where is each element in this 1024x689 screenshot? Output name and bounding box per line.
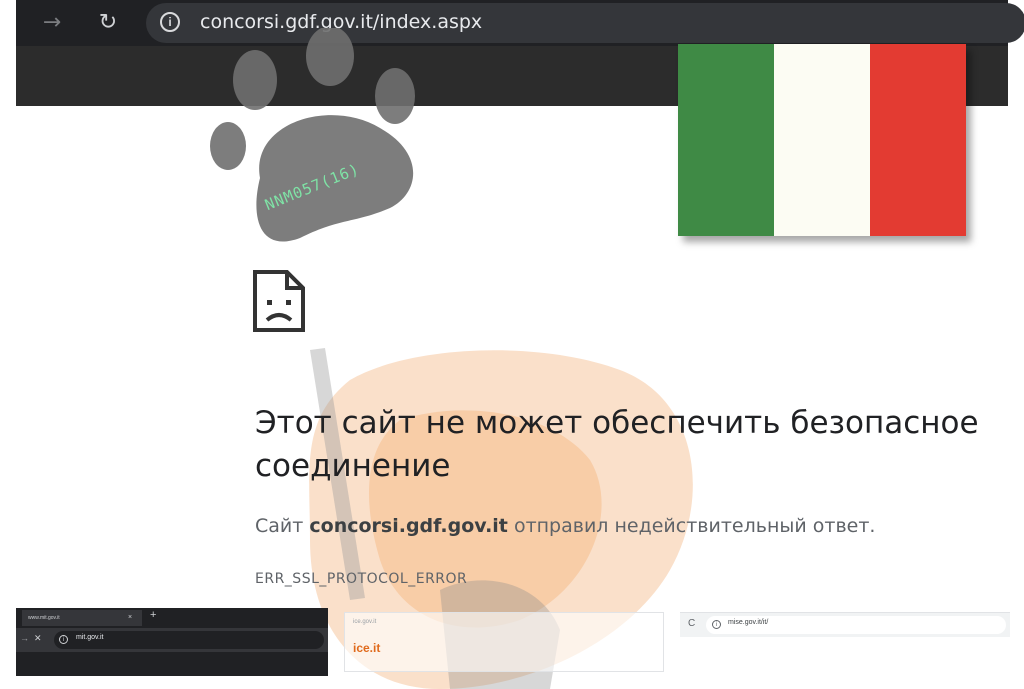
inset-tab[interactable]: www.mit.gov.it bbox=[22, 610, 142, 626]
inset-browser-left: www.mit.gov.it × + → ✕ i mit.gov.it bbox=[16, 608, 328, 676]
tab-close-icon[interactable]: × bbox=[128, 610, 132, 626]
info-icon[interactable]: i bbox=[160, 12, 180, 32]
error-title: Этот сайт не может обеспечить безопасное… bbox=[255, 405, 979, 484]
sad-page-icon bbox=[253, 270, 305, 332]
inset-toolbar: → ✕ i mit.gov.it bbox=[16, 628, 328, 652]
error-desc-suffix: отправил недействительный ответ. bbox=[507, 515, 876, 537]
inset-address-bar[interactable]: i mise.gov.it/it/ bbox=[706, 616, 1006, 634]
reload-icon[interactable]: ↻ bbox=[94, 9, 122, 37]
paw-watermark-icon bbox=[210, 28, 415, 242]
info-icon: i bbox=[712, 620, 721, 629]
browser-toolbar: → ↻ i concorsi.gdf.gov.it/index.aspx bbox=[16, 0, 1024, 46]
inset-url-text[interactable]: mise.gov.it/it/ bbox=[728, 619, 768, 626]
ice-logo: ice.it bbox=[353, 641, 381, 655]
reload-icon[interactable]: C bbox=[688, 618, 695, 629]
info-icon: i bbox=[59, 635, 68, 644]
inset-url-text[interactable]: ice.gov.it bbox=[353, 619, 376, 625]
error-desc-prefix: Сайт bbox=[255, 515, 310, 537]
inset-address-bar[interactable]: i mit.gov.it bbox=[54, 631, 324, 649]
forward-arrow-icon[interactable]: → bbox=[38, 9, 66, 37]
italian-flag bbox=[678, 44, 966, 236]
forward-arrow-icon[interactable]: → bbox=[20, 633, 29, 643]
flag-white-stripe bbox=[774, 44, 870, 236]
flag-red-stripe bbox=[870, 44, 966, 236]
error-desc-host: concorsi.gdf.gov.it bbox=[309, 515, 508, 537]
inset-browser-middle: ice.gov.it ice.it bbox=[344, 612, 664, 672]
inset-browser-right: C i mise.gov.it/it/ bbox=[680, 612, 1010, 637]
flag-green-stripe bbox=[678, 44, 774, 236]
inset-url-text[interactable]: mit.gov.it bbox=[76, 634, 104, 641]
new-tab-icon[interactable]: + bbox=[150, 609, 156, 621]
error-code: ERR_SSL_PROTOCOL_ERROR bbox=[255, 571, 468, 587]
error-description: Сайт concorsi.gdf.gov.it отправил недейс… bbox=[255, 515, 875, 537]
stop-icon[interactable]: ✕ bbox=[34, 633, 42, 644]
